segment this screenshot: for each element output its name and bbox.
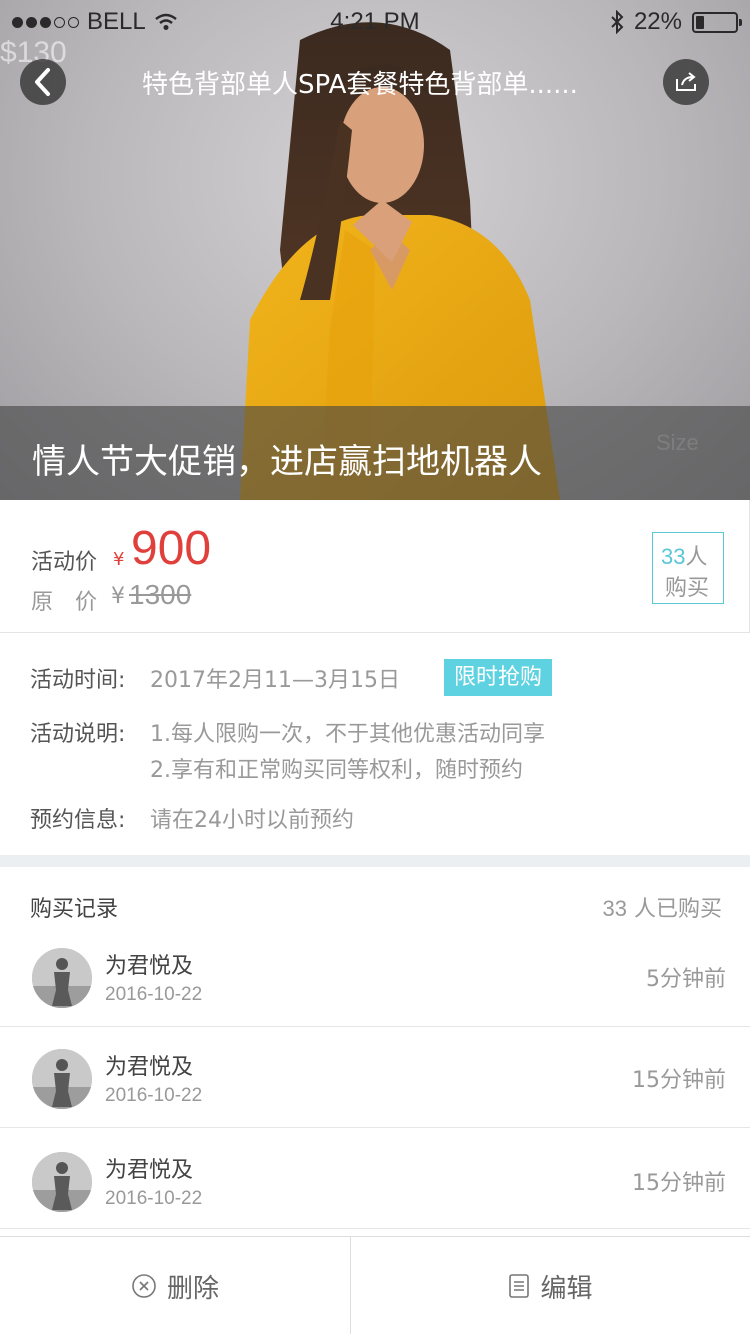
avatar	[32, 1152, 92, 1212]
edit-doc-icon	[509, 1274, 530, 1298]
purchase-date: 2016-10-22	[105, 1085, 203, 1106]
purchase-record-row[interactable]: 为君悦及 2016-10-22 15分钟前	[0, 1128, 750, 1229]
activity-desc-line-2: 2.享有和正常购买同等权利，随时预约	[150, 758, 523, 783]
activity-price-label: 活动价	[31, 550, 98, 575]
buyers-text: 购买	[665, 576, 710, 601]
nav-title: 特色背部单人SPA套餐特色背部单......	[142, 70, 578, 100]
bottom-action-bar: 删除 编辑	[0, 1236, 750, 1334]
buyer-name: 为君悦及	[105, 1158, 194, 1183]
buyer-name: 为君悦及	[105, 954, 194, 979]
purchase-time-ago: 5分钟前	[646, 967, 726, 992]
activity-desc-label: 活动说明:	[30, 722, 126, 747]
avatar	[32, 948, 92, 1008]
battery-percent: 22%	[633, 8, 682, 35]
delete-circle-icon	[132, 1274, 156, 1298]
buyers-badge: 33人 购买	[652, 532, 724, 604]
status-bar: BELL 4:21 PM 22%	[0, 0, 750, 40]
edit-button[interactable]: 编辑	[351, 1237, 750, 1334]
original-price-label: 原 价	[31, 590, 98, 615]
buyers-count: 33	[661, 544, 686, 569]
activity-price: 900	[131, 522, 212, 575]
activity-time-label: 活动时间:	[30, 668, 126, 693]
share-icon	[676, 72, 696, 91]
share-button[interactable]	[663, 59, 709, 105]
purchase-record-row[interactable]: 为君悦及 2016-10-22 15分钟前	[0, 1027, 750, 1128]
activity-currency: ¥	[113, 549, 125, 570]
booking-info-value: 请在24小时以前预约	[150, 808, 354, 833]
battery-icon	[692, 11, 742, 33]
edit-button-label: 编辑	[540, 1273, 593, 1304]
purchase-records-count: 33 人已购买	[603, 891, 723, 923]
original-price: 1300	[129, 579, 192, 610]
purchase-record-row[interactable]: 为君悦及 2016-10-22 5分钟前	[0, 926, 750, 1027]
purchase-time-ago: 15分钟前	[632, 1068, 726, 1093]
back-button[interactable]	[20, 59, 66, 105]
hero-image: $130 Size BELL 4:21 PM 22%	[0, 0, 750, 500]
booking-info-label: 预约信息:	[30, 808, 126, 833]
purchase-time-ago: 15分钟前	[632, 1171, 726, 1196]
records-count-text: 人已购买	[633, 897, 722, 922]
records-count-number: 33	[602, 896, 627, 921]
purchase-date: 2016-10-22	[105, 984, 203, 1005]
activity-desc-line-1: 1.每人限购一次，不于其他优惠活动同享	[150, 722, 545, 747]
purchase-date: 2016-10-22	[105, 1188, 203, 1209]
bluetooth-icon	[611, 10, 624, 34]
purchase-records-title: 购买记录	[30, 897, 119, 922]
delete-button-label: 删除	[166, 1273, 219, 1304]
promo-banner-text: 情人节大促销，进店赢扫地机器人	[32, 442, 542, 482]
buyer-name: 为君悦及	[105, 1055, 194, 1080]
avatar	[32, 1049, 92, 1109]
delete-button[interactable]: 删除	[0, 1237, 351, 1334]
buyers-unit: 人	[685, 545, 708, 570]
section-divider	[0, 855, 750, 867]
back-arrow-icon	[35, 68, 50, 96]
original-currency: ¥	[111, 584, 125, 609]
flash-sale-tag: 限时抢购	[444, 659, 552, 696]
activity-time-value: 2017年2月11—3月15日	[150, 668, 400, 693]
